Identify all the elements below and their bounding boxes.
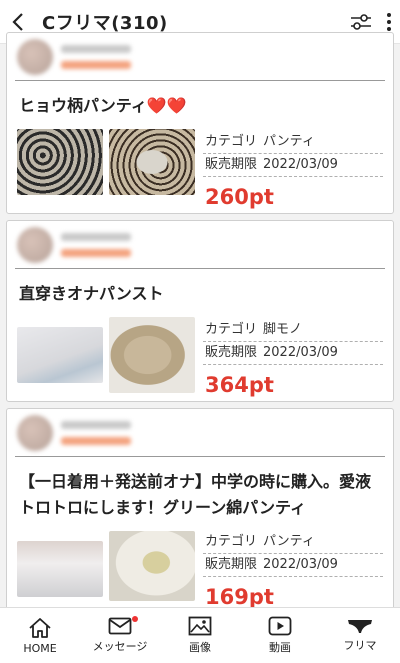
item-card[interactable]: 【一日着用＋発送前オナ】中学の時に購入。愛液トロトロにします！グリーン綿パンティ… [6,408,394,607]
category-row: カテゴリ パンティ [203,531,383,554]
tab-home[interactable]: HOME [0,608,80,663]
item-title: ヒョウ柄パンティ❤️❤️ [19,96,187,115]
page-title: Cフリマ(310) [42,12,168,34]
item-title: 【一日着用＋発送前オナ】中学の時に購入。愛液トロトロにします！グリーン綿パンティ [19,472,372,517]
seller-status [61,61,131,69]
more-menu-icon[interactable] [386,12,392,32]
tab-message-label: メッセージ [92,640,148,653]
item-photo[interactable] [17,327,103,383]
period-row: 販売期限 2022/03/09 [203,154,383,177]
tab-flea[interactable]: フリマ [320,608,400,663]
item-list: ヒョウ柄パンティ❤️❤️ カテゴリ パンティ 販売期限 2022/03/09 260… [0,32,400,607]
item-photo[interactable] [109,531,195,601]
price: 169pt [205,585,274,607]
item-title: 直穿きオナパンスト [19,284,164,303]
filter-icon[interactable] [350,13,372,31]
avatar [17,39,53,75]
seller-row[interactable] [15,409,385,457]
tab-flea-label: フリマ [343,639,377,652]
seller-status [61,437,131,445]
period-row: 販売期限 2022/03/09 [203,554,383,577]
home-icon [29,617,51,638]
price: 260pt [205,185,274,209]
period-row: 販売期限 2022/03/09 [203,342,383,365]
tab-video-label: 動画 [269,641,291,654]
item-card[interactable]: ヒョウ柄パンティ❤️❤️ カテゴリ パンティ 販売期限 2022/03/09 260… [6,32,394,214]
item-card[interactable]: 直穿きオナパンスト カテゴリ 脚モノ 販売期限 2022/03/09 364pt [6,220,394,402]
tab-home-label: HOME [23,641,57,655]
image-icon [188,616,212,636]
notification-badge [132,616,138,622]
bottom-tab-bar: HOME メッセージ 画像 動画 フリマ [0,607,400,663]
seller-row[interactable] [15,221,385,269]
item-photo[interactable] [109,129,195,195]
chevron-left-icon [12,12,23,31]
seller-name [61,421,131,429]
video-icon [268,616,292,636]
item-photo[interactable] [17,541,103,597]
panty-icon [348,620,372,633]
price: 364pt [205,373,274,397]
category-row: カテゴリ 脚モノ [203,319,383,342]
seller-row[interactable] [15,33,385,81]
category-row: カテゴリ パンティ [203,131,383,154]
seller-status [61,249,131,257]
tab-images-label: 画像 [189,641,211,654]
tab-images[interactable]: 画像 [160,608,240,663]
avatar [17,227,53,263]
item-photo[interactable] [17,129,103,195]
seller-name [61,233,131,241]
tab-video[interactable]: 動画 [240,608,320,663]
item-photo[interactable] [109,317,195,393]
seller-name [61,45,131,53]
mail-icon [108,617,132,635]
tab-message[interactable]: メッセージ [80,608,160,663]
avatar [17,415,53,451]
